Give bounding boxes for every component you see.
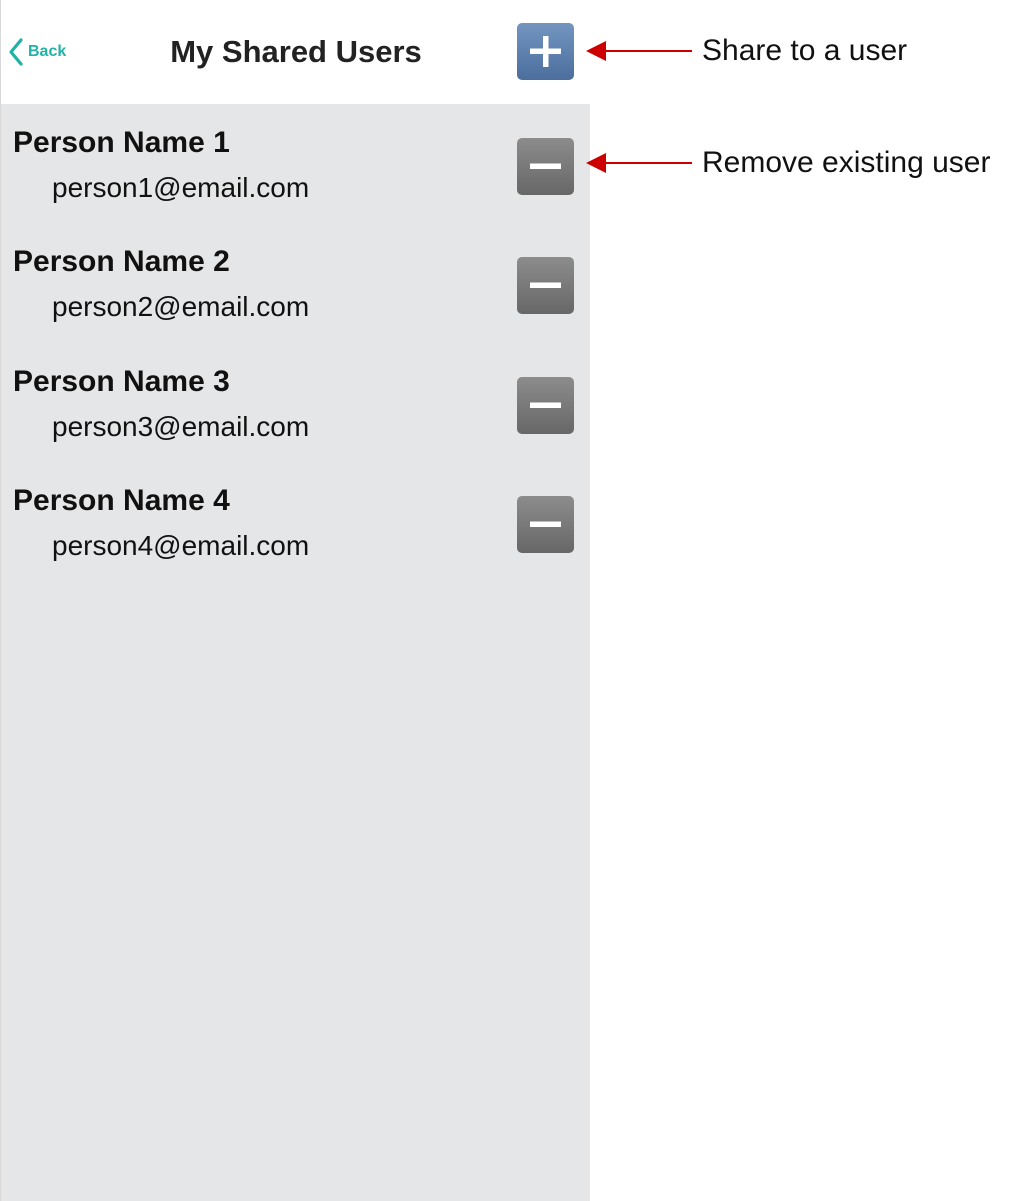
user-email: person1@email.com <box>52 172 310 203</box>
user-name: Person Name 2 <box>13 245 230 278</box>
remove-annotation-text: Remove existing user <box>702 146 991 179</box>
minus-icon <box>530 163 561 169</box>
user-name: Person Name 3 <box>13 365 230 398</box>
page-title: My Shared Users <box>170 34 422 69</box>
user-email: person2@email.com <box>52 291 310 322</box>
navigation-bar: Back My Shared Users <box>1 0 591 104</box>
user-email: person4@email.com <box>52 530 310 561</box>
user-name: Person Name 1 <box>13 126 230 159</box>
list-item: Person Name 3 person3@email.com <box>1 343 591 462</box>
minus-icon <box>530 521 561 527</box>
arrow-left-icon <box>586 41 692 61</box>
phone-screen: Back My Shared Users Person Name 1 perso… <box>0 0 591 1201</box>
list-item: Person Name 2 person2@email.com <box>1 223 591 342</box>
remove-user-button[interactable] <box>517 257 574 314</box>
share-annotation-text: Share to a user <box>702 34 908 67</box>
add-user-button[interactable] <box>517 23 574 80</box>
user-email: person3@email.com <box>52 411 310 442</box>
page: Back My Shared Users Person Name 1 perso… <box>0 0 1009 1201</box>
remove-annotation: Remove existing user <box>586 143 990 183</box>
user-name: Person Name 4 <box>13 484 230 517</box>
list-item: Person Name 4 person4@email.com <box>1 462 591 581</box>
remove-user-button[interactable] <box>517 496 574 553</box>
plus-icon <box>530 36 561 67</box>
remove-user-button[interactable] <box>517 138 574 195</box>
remove-user-button[interactable] <box>517 377 574 434</box>
arrow-left-icon <box>586 153 692 173</box>
share-annotation: Share to a user <box>586 31 907 71</box>
minus-icon <box>530 402 561 408</box>
list-item: Person Name 1 person1@email.com <box>1 104 591 223</box>
minus-icon <box>530 282 561 288</box>
